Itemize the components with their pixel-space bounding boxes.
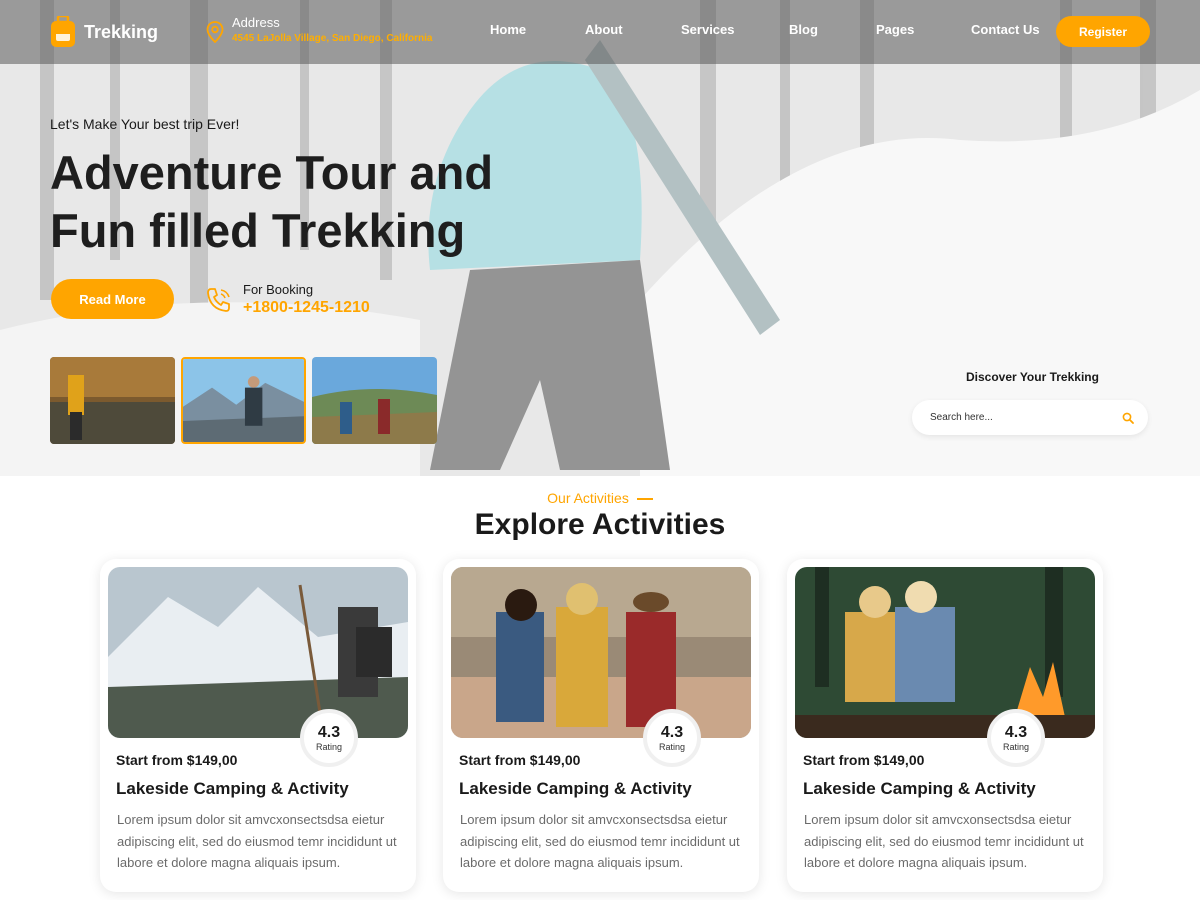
- card-title[interactable]: Lakeside Camping & Activity: [459, 779, 692, 799]
- card-price: Start from $149,00: [803, 752, 925, 768]
- menu-item-blog[interactable]: Blog: [789, 22, 818, 37]
- card-description: Lorem ipsum dolor sit amvcxonsectsdsa ei…: [460, 812, 740, 870]
- address-label: Address: [232, 15, 280, 30]
- mountain-view-image: [183, 359, 304, 442]
- backpack-logo-icon: [51, 16, 75, 47]
- activity-card-image: [108, 567, 408, 738]
- activities-section: Our Activities Explore Activities 4.3 Ra…: [0, 476, 1200, 900]
- hero-headline-line1: Adventure Tour and: [50, 146, 494, 199]
- top-navigation-bar: Trekking Address 4545 LaJolla Village, S…: [0, 0, 1200, 64]
- address-value: 4545 LaJolla Village, San Diego, Califor…: [232, 33, 433, 44]
- hero-thumbnail-2[interactable]: [181, 357, 306, 444]
- phone-icon: [207, 287, 230, 312]
- activity-card-image: [795, 567, 1095, 738]
- menu-item-pages[interactable]: Pages: [876, 22, 914, 37]
- menu-item-home[interactable]: Home: [490, 22, 526, 37]
- card-description: Lorem ipsum dolor sit amvcxonsectsdsa ei…: [117, 812, 397, 870]
- friends-walking-image: [451, 567, 751, 738]
- activities-eyebrow-text: Our Activities: [547, 490, 629, 506]
- menu-item-services[interactable]: Services: [681, 22, 735, 37]
- hero-section: Trekking Address 4545 LaJolla Village, S…: [0, 0, 1200, 476]
- booking-info: For Booking +1800-1245-1210: [205, 282, 370, 317]
- search-box: [912, 400, 1148, 435]
- discover-label: Discover Your Trekking: [966, 370, 1099, 384]
- rating-value: 4.3: [1004, 724, 1028, 741]
- hiker-lake-image: [50, 357, 175, 444]
- mountain-hiker-image: [108, 567, 408, 738]
- rating-label: Rating: [658, 742, 685, 752]
- card-price: Start from $149,00: [116, 752, 238, 768]
- location-pin-icon: [206, 21, 224, 43]
- campfire-image: [795, 567, 1095, 738]
- booking-label: For Booking: [243, 282, 314, 297]
- card-title[interactable]: Lakeside Camping & Activity: [803, 779, 1036, 799]
- activity-card-2[interactable]: 4.3 Rating Start from $149,00 Lakeside C…: [443, 559, 759, 892]
- search-input[interactable]: [930, 412, 1122, 423]
- rating-value: 4.3: [317, 724, 341, 741]
- rating-badge: 4.3 Rating: [643, 709, 701, 767]
- activity-card-3[interactable]: 4.3 Rating Start from $149,00 Lakeside C…: [787, 559, 1103, 892]
- hero-thumbnail-3[interactable]: [312, 357, 437, 444]
- rating-value: 4.3: [660, 724, 684, 741]
- activity-card-1[interactable]: 4.3 Rating Start from $149,00 Lakeside C…: [100, 559, 416, 892]
- activities-eyebrow: Our Activities: [0, 490, 1200, 506]
- card-price: Start from $149,00: [459, 752, 581, 768]
- activity-card-image: [451, 567, 751, 738]
- address-block: Address 4545 LaJolla Village, San Diego,…: [206, 15, 432, 44]
- hero-thumbnail-1[interactable]: [50, 357, 175, 444]
- hero-headline-line2: Fun filled Trekking: [50, 204, 466, 257]
- eyebrow-dash: [636, 498, 653, 501]
- register-button[interactable]: Register: [1056, 16, 1150, 47]
- menu-item-about[interactable]: About: [585, 22, 623, 37]
- card-description: Lorem ipsum dolor sit amvcxonsectsdsa ei…: [804, 812, 1084, 870]
- search-icon[interactable]: [1122, 412, 1134, 424]
- menu-item-contact-us[interactable]: Contact Us: [971, 22, 1040, 37]
- logo-text: Trekking: [84, 21, 159, 42]
- logo[interactable]: Trekking: [50, 16, 158, 48]
- rating-badge: 4.3 Rating: [987, 709, 1045, 767]
- booking-phone-number[interactable]: +1800-1245-1210: [243, 299, 370, 317]
- read-more-button[interactable]: Read More: [51, 279, 174, 319]
- rating-badge: 4.3 Rating: [300, 709, 358, 767]
- card-title[interactable]: Lakeside Camping & Activity: [116, 779, 349, 799]
- hero-headline: Adventure Tour and Fun filled Trekking: [50, 144, 510, 260]
- hikers-valley-image: [312, 357, 437, 444]
- rating-label: Rating: [1002, 742, 1029, 752]
- hero-tagline: Let's Make Your best trip Ever!: [50, 116, 240, 132]
- rating-label: Rating: [315, 742, 342, 752]
- activities-title: Explore Activities: [474, 508, 726, 541]
